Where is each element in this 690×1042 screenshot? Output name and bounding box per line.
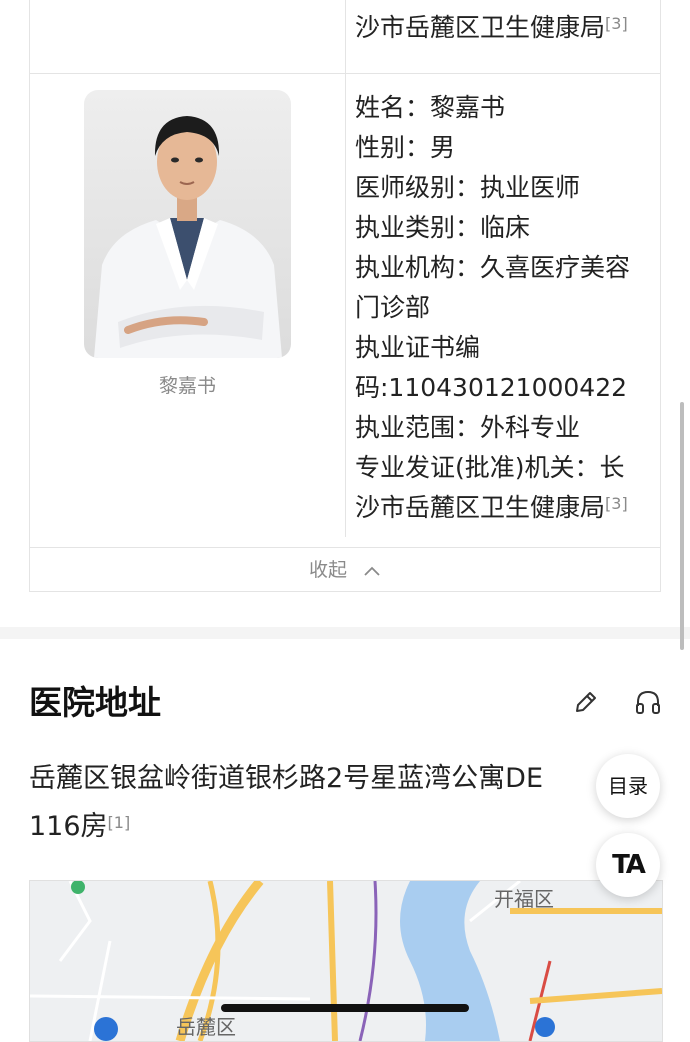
collapse-button[interactable]: 收起 [30, 555, 660, 582]
info-level: 医师级别：执业医师 [355, 173, 581, 202]
reference-link[interactable]: [3] [605, 494, 628, 513]
info-authority-cont: 沙市岳麓区卫生健康局[3] [355, 493, 628, 522]
doctor-photo [84, 90, 291, 358]
info-institution-cont: 门诊部 [355, 293, 431, 322]
doctor-info: 姓名：黎嘉书 性别：男 医师级别：执业医师 执业类别：临床 执业机构：久喜医疗美… [355, 88, 655, 528]
map-label-district: 开福区 [494, 887, 554, 911]
info-institution: 执业机构：久喜医疗美容 [355, 253, 631, 282]
row-divider [30, 73, 660, 74]
font-size-button[interactable]: TA [596, 833, 660, 897]
row-divider [30, 547, 660, 548]
info-license-label: 执业证书编 [355, 333, 481, 362]
info-table: 专业发证(批准)机关：长 沙市岳麓区卫生健康局[3] 黎嘉 [29, 0, 661, 592]
previous-row-line: 沙市岳麓区卫生健康局[3] [355, 13, 628, 42]
scrollbar[interactable] [680, 402, 684, 650]
chevron-up-icon [363, 560, 381, 582]
info-category: 执业类别：临床 [355, 213, 531, 242]
section-title: 医院地址 [29, 683, 161, 722]
home-indicator[interactable] [221, 1004, 469, 1012]
previous-row-line: 专业发证(批准)机关：长 [355, 0, 655, 8]
address-line: 116房[1] [29, 811, 131, 842]
column-divider [345, 0, 346, 537]
info-authority: 专业发证(批准)机关：长 [355, 453, 625, 482]
info-name: 姓名：黎嘉书 [355, 93, 506, 122]
map-view[interactable]: 开福区 岳麓区 [29, 880, 663, 1042]
address-text: 岳麓区银盆岭街道银杉路2号星蓝湾公寓DE 116房[1] [29, 755, 669, 851]
photo-caption: 黎嘉书 [158, 375, 216, 397]
info-scope: 执业范围：外科专业 [355, 413, 581, 442]
collapse-label: 收起 [308, 559, 347, 581]
address-line: 岳麓区银盆岭街道银杉路2号星蓝湾公寓DE [29, 763, 544, 794]
reference-link[interactable]: [3] [605, 14, 628, 33]
reference-link[interactable]: [1] [108, 813, 131, 832]
headphones-icon[interactable] [634, 688, 662, 716]
info-gender: 性别：男 [355, 133, 456, 162]
pencil-icon[interactable] [572, 688, 600, 716]
previous-row-text: 专业发证(批准)机关：长 沙市岳麓区卫生健康局[3] [355, 0, 655, 48]
info-license-number: 码:110430121000422 [355, 373, 628, 402]
map-label-district: 岳麓区 [176, 1015, 236, 1039]
toc-button[interactable]: 目录 [596, 754, 660, 818]
section-separator [0, 627, 690, 639]
